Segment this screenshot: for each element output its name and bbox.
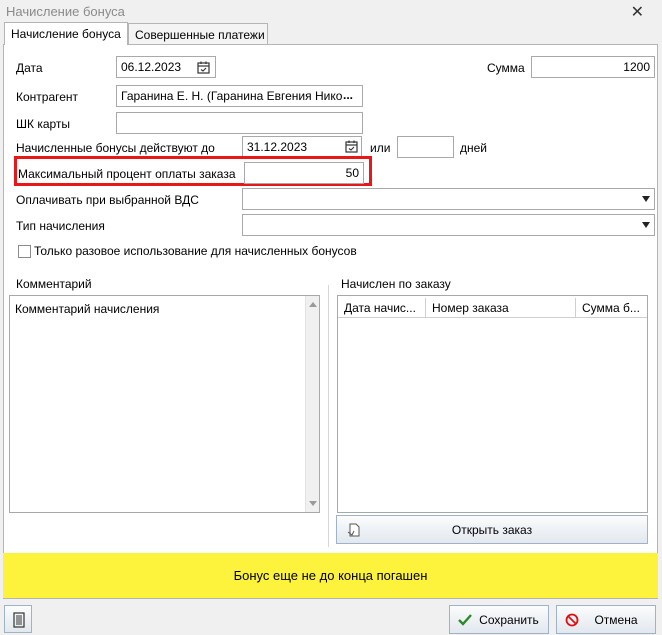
- date-value: 06.12.2023: [121, 60, 182, 74]
- chevron-down-icon[interactable]: [642, 196, 650, 202]
- date-field[interactable]: 06.12.2023: [116, 56, 216, 78]
- counterparty-value: Гаранина Е. Н. (Гаранина Евгения Нико: [121, 89, 343, 103]
- section-divider: [328, 285, 329, 547]
- card-barcode-field[interactable]: [116, 112, 363, 134]
- counterparty-field[interactable]: Гаранина Е. Н. (Гаранина Евгения Нико: [116, 85, 363, 107]
- title-bar: Начисление бонуса ✕: [0, 0, 662, 22]
- comment-text: Комментарий начисления: [15, 302, 160, 316]
- open-order-button[interactable]: Открыть заказ: [336, 515, 648, 544]
- order-accrual-label: Начислен по заказу: [341, 277, 451, 291]
- counterparty-label: Контрагент: [16, 90, 79, 104]
- order-grid-header: Дата начис... Номер заказа Сумма б...: [338, 298, 647, 318]
- status-banner: Бонус еще не до конца погашен: [3, 553, 658, 598]
- cancel-label: Отмена: [594, 613, 638, 627]
- checkmark-icon: [458, 614, 472, 626]
- window-title: Начисление бонуса: [6, 4, 125, 19]
- close-icon[interactable]: ✕: [631, 2, 644, 22]
- accrual-panel: Дата 06.12.2023 Сумма 1200 Контрагент Га…: [3, 44, 658, 599]
- accrual-type-select[interactable]: [242, 214, 655, 236]
- tab-payments[interactable]: Совершенные платежи: [128, 23, 268, 45]
- calendar-icon[interactable]: [197, 61, 210, 74]
- open-order-label: Открыть заказ: [451, 523, 533, 537]
- chevron-down-icon[interactable]: [642, 222, 650, 228]
- order-grid[interactable]: Дата начис... Номер заказа Сумма б...: [337, 295, 648, 513]
- or-label: или: [370, 141, 391, 155]
- max-percent-label: Максимальный процент оплаты заказа: [18, 167, 236, 181]
- calendar-icon[interactable]: [345, 140, 358, 153]
- one-time-checkbox[interactable]: [18, 245, 31, 258]
- valid-until-label: Начисленные бонусы действуют до: [16, 141, 215, 155]
- tab-accrual[interactable]: Начисление бонуса: [4, 22, 128, 45]
- accrual-type-label: Тип начисления: [16, 219, 105, 233]
- scroll-down-icon[interactable]: [309, 501, 317, 506]
- column-header-date[interactable]: Дата начис...: [338, 298, 426, 318]
- document-icon: [347, 523, 360, 537]
- sum-field[interactable]: 1200: [531, 56, 655, 78]
- column-header-order-number[interactable]: Номер заказа: [426, 298, 576, 318]
- comment-scrollbar[interactable]: [305, 296, 319, 512]
- pay-vds-select[interactable]: [242, 188, 655, 210]
- valid-until-field[interactable]: 31.12.2023: [242, 136, 362, 158]
- sum-label: Сумма: [487, 61, 525, 75]
- card-barcode-label: ШК карты: [16, 117, 71, 131]
- counterparty-select-button[interactable]: ...: [343, 88, 353, 102]
- cancel-button[interactable]: Отмена: [556, 605, 656, 634]
- valid-until-value: 31.12.2023: [247, 140, 308, 154]
- days-label: дней: [460, 141, 488, 155]
- comment-label: Комментарий: [16, 277, 92, 291]
- column-header-sum[interactable]: Сумма б...: [576, 298, 648, 318]
- barcode-icon: [13, 612, 25, 628]
- footer-tool-button[interactable]: [4, 605, 32, 633]
- cancel-icon: [565, 613, 579, 627]
- save-button[interactable]: Сохранить: [449, 605, 549, 634]
- pay-vds-label: Оплачивать при выбранной ВДС: [16, 193, 199, 207]
- max-percent-field[interactable]: 50: [244, 162, 364, 184]
- comment-textarea[interactable]: Комментарий начисления: [9, 295, 320, 513]
- scroll-up-icon[interactable]: [309, 302, 317, 307]
- date-label: Дата: [16, 61, 43, 75]
- one-time-label: Только разовое использование для начисле…: [34, 244, 357, 258]
- days-field[interactable]: [397, 136, 454, 158]
